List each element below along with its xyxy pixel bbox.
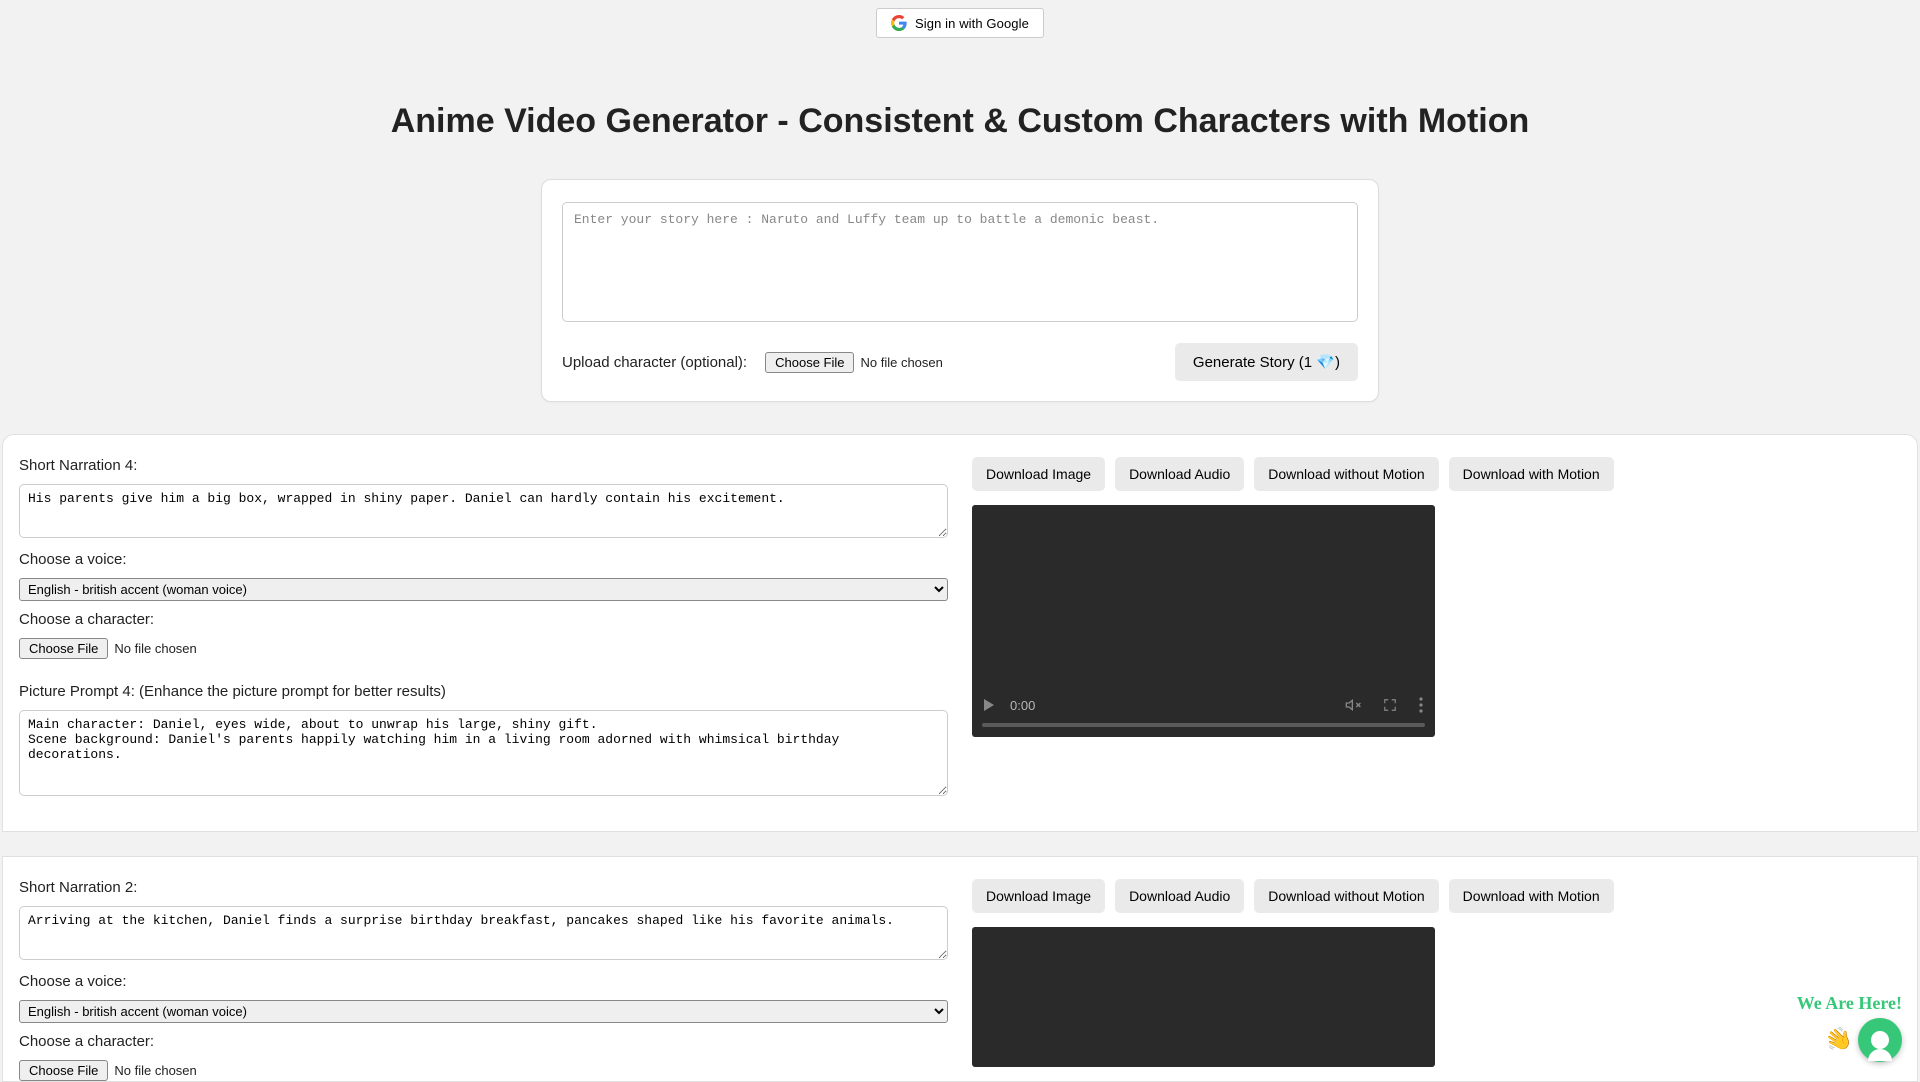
character-file-input[interactable]: Choose File No file chosen: [19, 638, 197, 659]
upload-character-label: Upload character (optional):: [562, 354, 747, 371]
download-without-motion-button[interactable]: Download without Motion: [1254, 879, 1438, 913]
download-with-motion-button[interactable]: Download with Motion: [1449, 457, 1614, 491]
video-time: 0:00: [1010, 698, 1035, 713]
character-file-input[interactable]: Choose File No file chosen: [19, 1060, 197, 1081]
story-input[interactable]: [562, 202, 1358, 322]
page-title: Anime Video Generator - Consistent & Cus…: [0, 102, 1920, 141]
choose-file-button[interactable]: Choose File: [19, 1060, 108, 1081]
voice-label: Choose a voice:: [19, 973, 948, 990]
video-player[interactable]: 0:00: [972, 505, 1435, 737]
character-label: Choose a character:: [19, 1033, 948, 1050]
download-image-button[interactable]: Download Image: [972, 879, 1105, 913]
narration-input[interactable]: [19, 906, 948, 960]
choose-file-button[interactable]: Choose File: [765, 352, 854, 373]
chat-avatar-icon: [1871, 1031, 1889, 1049]
character-label: Choose a character:: [19, 611, 948, 628]
picture-prompt-label: Picture Prompt 4: (Enhance the picture p…: [19, 683, 948, 700]
download-with-motion-button[interactable]: Download with Motion: [1449, 879, 1614, 913]
generator-card: Upload character (optional): Choose File…: [541, 179, 1379, 402]
download-without-motion-button[interactable]: Download without Motion: [1254, 457, 1438, 491]
wave-hand-icon: 👋: [1821, 1023, 1856, 1057]
voice-select[interactable]: English - british accent (woman voice): [19, 1000, 948, 1023]
upload-character-file-input[interactable]: Choose File No file chosen: [765, 352, 943, 373]
no-file-chosen-text: No file chosen: [114, 1063, 196, 1078]
download-image-button[interactable]: Download Image: [972, 457, 1105, 491]
voice-label: Choose a voice:: [19, 551, 948, 568]
narration-label: Short Narration 4:: [19, 457, 948, 474]
video-player[interactable]: [972, 927, 1435, 1067]
download-audio-button[interactable]: Download Audio: [1115, 879, 1244, 913]
fullscreen-icon[interactable]: [1383, 698, 1397, 712]
scene-block: Short Narration 2: Choose a voice: Engli…: [2, 856, 1918, 1082]
download-audio-button[interactable]: Download Audio: [1115, 457, 1244, 491]
chat-widget: We Are Here! 👋: [1797, 993, 1902, 1062]
generate-story-button[interactable]: Generate Story (1 💎): [1175, 343, 1358, 381]
narration-label: Short Narration 2:: [19, 879, 948, 896]
mute-icon[interactable]: [1345, 697, 1361, 713]
video-progress-bar[interactable]: [982, 723, 1425, 727]
voice-select[interactable]: English - british accent (woman voice): [19, 578, 948, 601]
picture-prompt-input[interactable]: [19, 710, 948, 796]
narration-input[interactable]: [19, 484, 948, 538]
no-file-chosen-text: No file chosen: [860, 355, 942, 370]
chat-headline: We Are Here!: [1797, 993, 1902, 1014]
no-file-chosen-text: No file chosen: [114, 641, 196, 656]
more-options-icon[interactable]: [1419, 697, 1423, 713]
scene-block: Short Narration 4: Choose a voice: Engli…: [2, 434, 1918, 832]
play-icon[interactable]: [984, 699, 994, 711]
google-logo-icon: [891, 15, 907, 31]
google-signin-button[interactable]: Sign in with Google: [876, 8, 1044, 38]
google-signin-label: Sign in with Google: [915, 16, 1029, 31]
choose-file-button[interactable]: Choose File: [19, 638, 108, 659]
chat-launcher-button[interactable]: [1858, 1018, 1902, 1062]
